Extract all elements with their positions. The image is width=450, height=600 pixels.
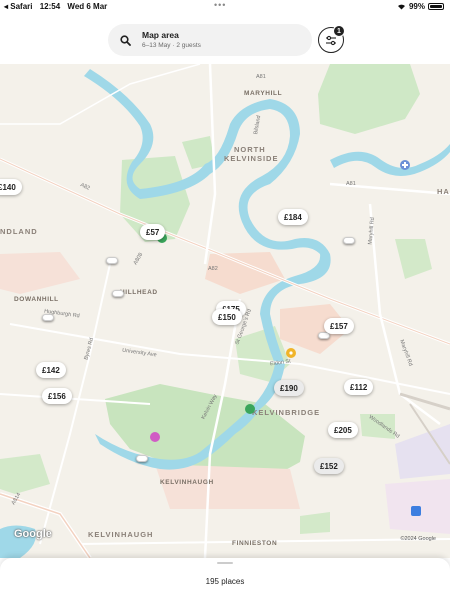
price-marker[interactable]: £112 bbox=[344, 379, 374, 395]
status-time: 12:54 bbox=[39, 2, 61, 11]
poi-museum-icon[interactable] bbox=[150, 432, 160, 442]
label-ndland: NDLAND bbox=[0, 227, 38, 236]
label-kelvinhaugh-upper: KELVINHAUGH bbox=[160, 479, 214, 486]
listing-dot-marker[interactable] bbox=[136, 455, 148, 462]
google-logo[interactable]: Google bbox=[14, 528, 52, 540]
poi-hospital-icon[interactable] bbox=[400, 160, 410, 170]
map-view[interactable]: MARYHILL NORTH KELVINSIDE HILLHEAD DOWAN… bbox=[0, 64, 450, 558]
price-marker[interactable]: £157 bbox=[324, 318, 354, 334]
road-a81-right: A81 bbox=[346, 181, 356, 187]
label-north-kelvinside-1: NORTH bbox=[234, 145, 266, 154]
status-right: 99% bbox=[397, 2, 444, 11]
price-marker[interactable]: £190 bbox=[274, 380, 304, 396]
label-dowanhill: DOWANHILL bbox=[14, 296, 59, 303]
multitask-dots[interactable]: ••• bbox=[214, 0, 226, 10]
results-sheet[interactable]: 195 places bbox=[0, 558, 450, 600]
listing-dot-marker[interactable] bbox=[106, 257, 118, 264]
price-marker[interactable]: £205 bbox=[328, 422, 358, 438]
poi-station-icon[interactable] bbox=[286, 348, 296, 358]
label-hillhead: HILLHEAD bbox=[120, 289, 158, 296]
listing-dot-marker[interactable] bbox=[112, 290, 124, 297]
price-marker[interactable]: £140 bbox=[0, 179, 22, 195]
price-marker[interactable]: £184 bbox=[278, 209, 308, 225]
label-kelvinhaugh: KELVINHAUGH bbox=[88, 530, 154, 539]
filter-count-badge: 1 bbox=[333, 25, 345, 37]
status-left: ◂ Safari 12:54 Wed 6 Mar bbox=[4, 2, 112, 11]
map-copyright[interactable]: ©2024 Google bbox=[400, 536, 436, 542]
back-to-safari[interactable]: ◂ Safari bbox=[4, 2, 32, 11]
price-marker[interactable]: £142 bbox=[36, 362, 66, 378]
wifi-icon bbox=[397, 4, 405, 10]
battery-fill bbox=[430, 5, 442, 8]
results-count: 195 places bbox=[205, 577, 245, 586]
listing-dot-marker[interactable] bbox=[343, 237, 355, 244]
status-date: Wed 6 Mar bbox=[67, 2, 108, 11]
label-kelvinbridge: KELVINBRIDGE bbox=[252, 408, 321, 417]
label-maryhill: MARYHILL bbox=[244, 90, 283, 97]
search-icon bbox=[108, 34, 142, 46]
price-marker[interactable]: £150 bbox=[212, 309, 242, 325]
listing-dot-marker[interactable] bbox=[42, 314, 54, 321]
price-marker[interactable]: £152 bbox=[314, 458, 344, 474]
label-north-kelvinside-2: KELVINSIDE bbox=[224, 154, 279, 163]
battery-icon bbox=[428, 3, 444, 10]
poi-park-icon[interactable] bbox=[245, 404, 255, 414]
label-finnieston: FINNIESTON bbox=[232, 540, 278, 547]
status-bar: ◂ Safari 12:54 Wed 6 Mar ••• 99% bbox=[0, 0, 450, 14]
search-header: Map area 6–13 May · 2 guests 1 bbox=[0, 14, 450, 64]
search-bar[interactable]: Map area 6–13 May · 2 guests bbox=[108, 24, 312, 56]
road-a82: A82 bbox=[208, 266, 218, 272]
search-title: Map area bbox=[142, 30, 179, 40]
search-subtitle: 6–13 May · 2 guests bbox=[142, 42, 201, 49]
label-ha: HA bbox=[437, 187, 450, 196]
price-marker[interactable]: £156 bbox=[42, 388, 72, 404]
road-a81-top: A81 bbox=[256, 74, 266, 80]
price-marker[interactable]: £57 bbox=[140, 224, 166, 240]
poi-transit-icon[interactable] bbox=[411, 506, 421, 516]
search-text: Map area 6–13 May · 2 guests bbox=[142, 30, 201, 50]
sheet-drag-handle[interactable] bbox=[217, 562, 233, 564]
battery-percent: 99% bbox=[408, 2, 425, 11]
